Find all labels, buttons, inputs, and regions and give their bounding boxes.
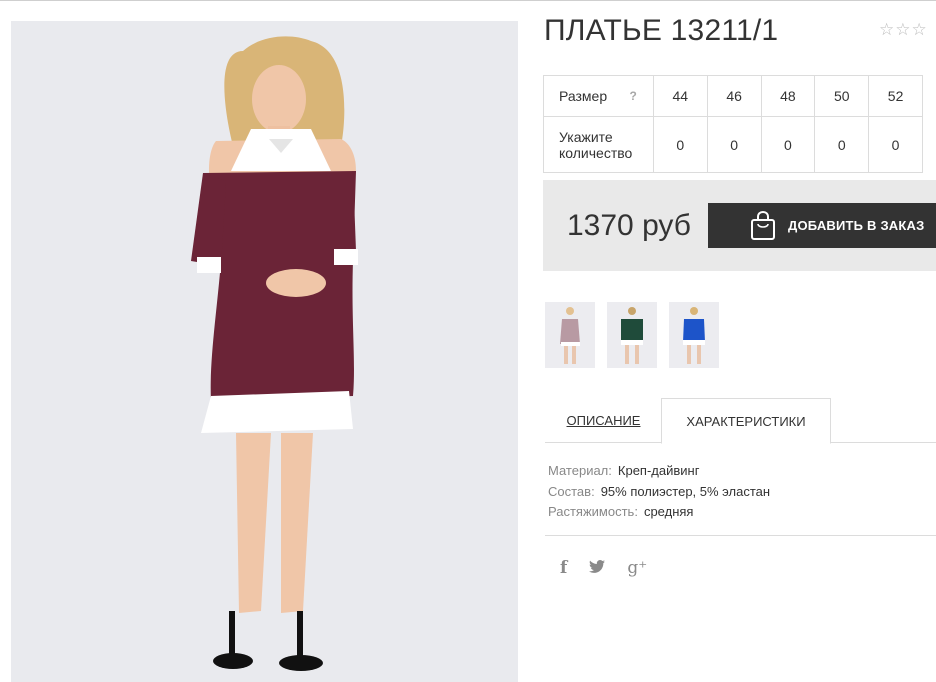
size-label-cell: Размер ? bbox=[543, 75, 654, 117]
thumb-green[interactable] bbox=[607, 302, 657, 368]
star-icon[interactable]: ☆ bbox=[912, 21, 927, 38]
quantity-input-48[interactable]: 0 bbox=[760, 116, 816, 173]
color-thumbnails bbox=[545, 302, 719, 368]
facebook-icon[interactable]: f bbox=[560, 558, 567, 578]
quantity-input-44[interactable]: 0 bbox=[652, 116, 708, 173]
top-divider bbox=[0, 0, 936, 1]
thumb-burgundy[interactable] bbox=[545, 302, 595, 368]
size-46: 46 bbox=[706, 75, 762, 117]
spec-value: 95% полиэстер, 5% эластан bbox=[600, 483, 771, 499]
price-box: 1370 руб ДОБАВИТЬ В ЗАКАЗ bbox=[543, 180, 936, 271]
size-50: 50 bbox=[814, 75, 870, 117]
characteristics-list: Материал: Креп-дайвинг Состав: 95% полиэст… bbox=[548, 461, 770, 523]
quantity-input-52[interactable]: 0 bbox=[868, 116, 923, 173]
product-tabs: ОПИСАНИЕ ХАРАКТЕРИСТИКИ bbox=[545, 398, 936, 444]
spec-key: Растяжимость: bbox=[548, 504, 638, 519]
size-label: Размер bbox=[559, 88, 608, 104]
size-help-icon[interactable]: ? bbox=[630, 88, 637, 104]
model-illustration bbox=[11, 21, 518, 682]
section-divider bbox=[545, 535, 936, 536]
thumb-burgundy-image bbox=[545, 302, 595, 368]
quantity-input-50[interactable]: 0 bbox=[814, 116, 870, 173]
twitter-icon[interactable] bbox=[589, 559, 606, 577]
add-to-order-button[interactable]: ДОБАВИТЬ В ЗАКАЗ bbox=[708, 203, 936, 248]
spec-row-composition: Состав: 95% полиэстер, 5% эластан bbox=[548, 482, 770, 503]
google-plus-icon[interactable]: g⁺ bbox=[627, 558, 647, 578]
quantity-label: Укажите количество bbox=[543, 116, 654, 173]
add-to-order-label: ДОБАВИТЬ В ЗАКАЗ bbox=[788, 218, 925, 233]
spec-key: Состав: bbox=[548, 483, 595, 499]
spec-row-material: Материал: Креп-дайвинг bbox=[548, 461, 770, 482]
size-quantity-table: Размер ? 44 46 48 50 52 Укажите количест… bbox=[543, 75, 923, 173]
tab-description[interactable]: ОПИСАНИЕ bbox=[545, 398, 662, 443]
social-share: f g⁺ bbox=[560, 558, 669, 578]
shopping-bag-icon bbox=[751, 210, 775, 240]
twitter-bird-icon bbox=[589, 560, 606, 573]
product-photo[interactable] bbox=[11, 21, 518, 682]
size-52: 52 bbox=[868, 75, 923, 117]
star-icon[interactable]: ☆ bbox=[879, 21, 894, 38]
thumb-green-image bbox=[607, 302, 657, 368]
spec-value: Креп-дайвинг bbox=[617, 463, 700, 478]
size-44: 44 bbox=[652, 75, 708, 117]
spec-row-stretch: Растяжимость: средняя bbox=[548, 502, 770, 523]
tab-characteristics[interactable]: ХАРАКТЕРИСТИКИ bbox=[661, 398, 831, 444]
product-title: ПЛАТЬЕ 13211/1 bbox=[544, 14, 779, 47]
spec-key: Материал: bbox=[548, 463, 612, 478]
size-48: 48 bbox=[760, 75, 816, 117]
star-icon[interactable]: ☆ bbox=[895, 21, 910, 38]
spec-value: средняя bbox=[643, 504, 694, 519]
thumb-blue[interactable] bbox=[669, 302, 719, 368]
rating-stars[interactable]: ☆ ☆ ☆ bbox=[879, 21, 927, 38]
product-price: 1370 руб bbox=[567, 209, 691, 242]
quantity-input-46[interactable]: 0 bbox=[706, 116, 762, 173]
thumb-blue-image bbox=[669, 302, 719, 368]
